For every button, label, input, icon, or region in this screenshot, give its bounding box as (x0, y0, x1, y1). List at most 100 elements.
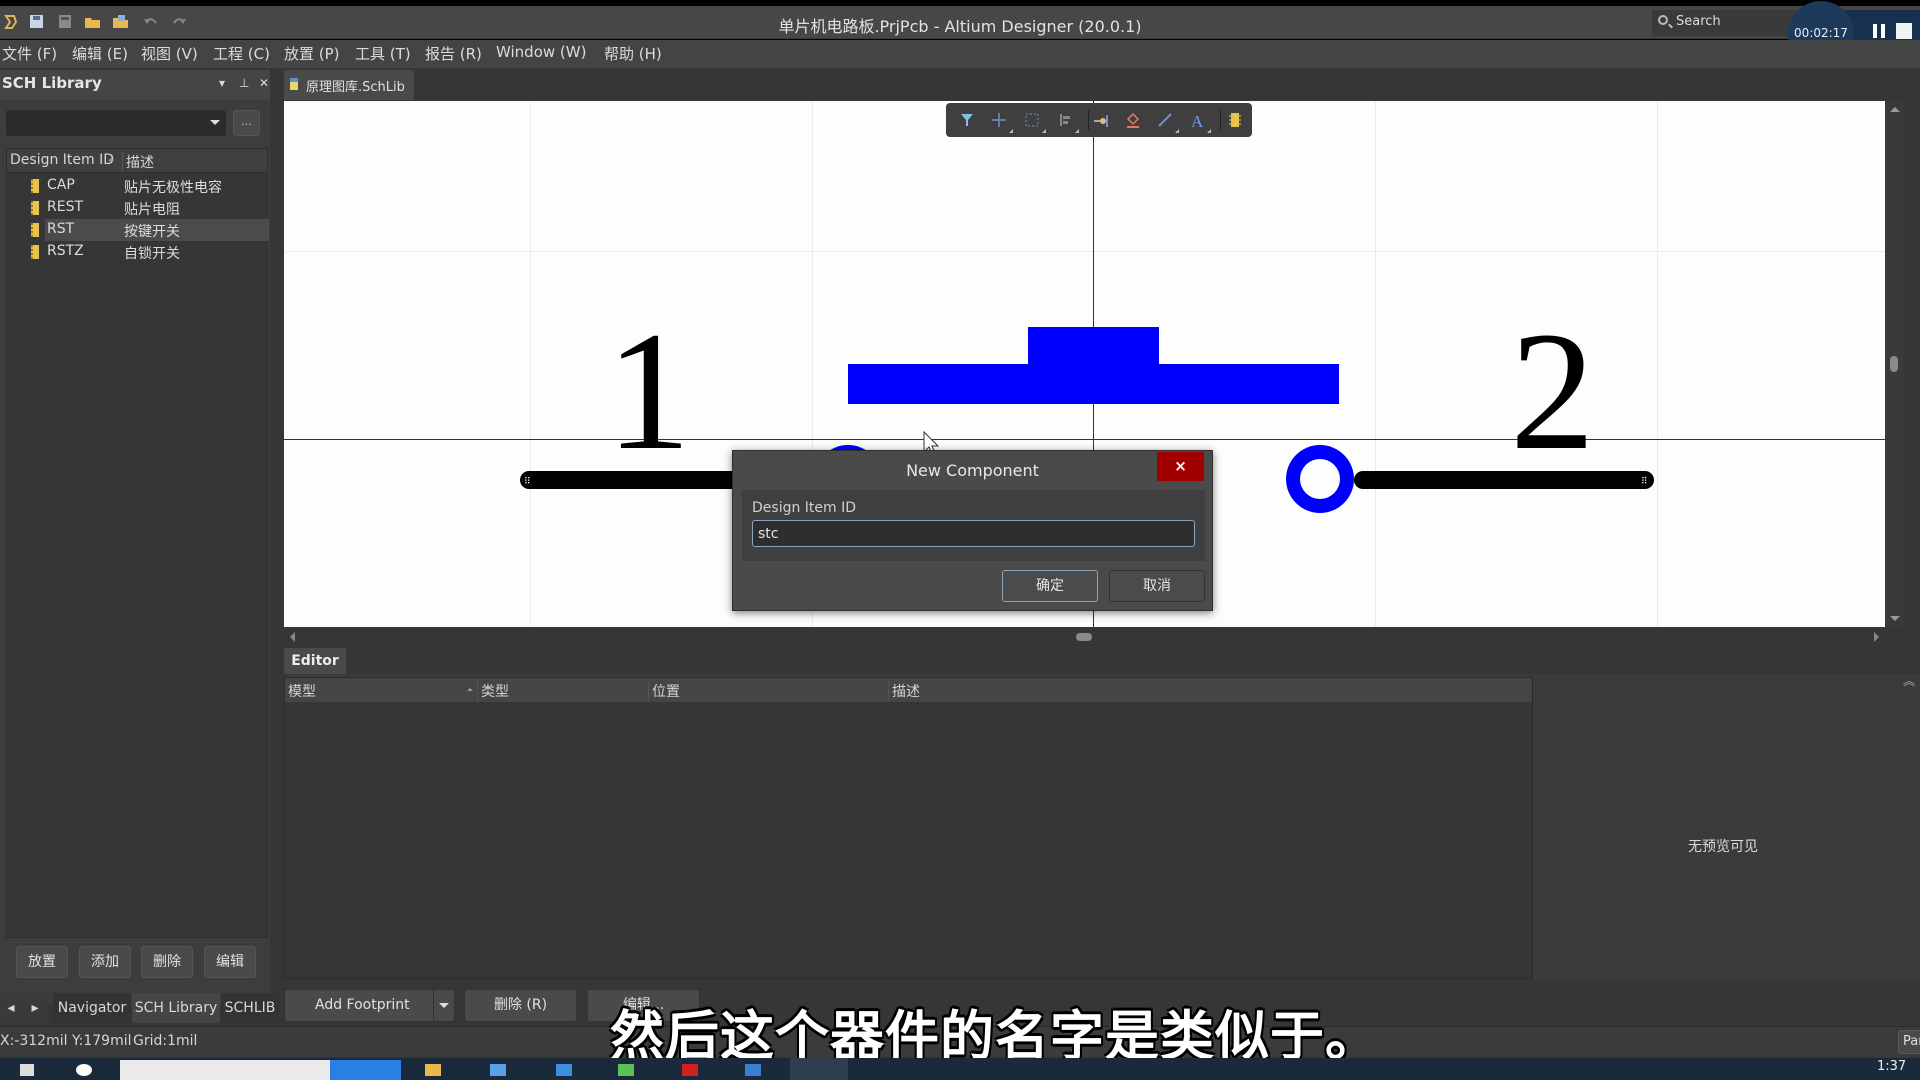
menu-help[interactable]: 帮助 (H) (604, 43, 662, 64)
chevron-down-icon (439, 1002, 449, 1008)
switch-button-cap[interactable] (1028, 327, 1159, 367)
dialog-close-button[interactable]: × (1157, 452, 1204, 481)
tab-schlib[interactable]: SCHLIB (221, 993, 279, 1023)
tab-scroll-right-icon[interactable]: ▸ (23, 993, 47, 1023)
menu-project[interactable]: 工程 (C) (213, 43, 270, 64)
column-description[interactable]: 描述 (122, 152, 154, 172)
column-type[interactable]: 类型 (477, 681, 509, 701)
library-browse-button[interactable]: ... (233, 110, 260, 136)
task-view-icon[interactable] (76, 1064, 92, 1076)
library-filter-dropdown[interactable] (6, 110, 226, 136)
collapse-icon[interactable]: ︽ (1903, 672, 1915, 689)
pin2-contact-hole (1300, 459, 1340, 499)
horizontal-scrollbar[interactable] (284, 628, 1885, 646)
toolbar-divider (1088, 110, 1089, 130)
cancel-button[interactable]: 取消 (1109, 570, 1205, 602)
panels-button[interactable]: Panels (1898, 1030, 1920, 1054)
dialog-body: Design Item ID (742, 490, 1205, 561)
add-model-dropdown[interactable] (433, 989, 455, 1022)
move-icon[interactable] (990, 111, 1008, 129)
taskbar-search[interactable] (120, 1060, 330, 1080)
select-icon[interactable] (1023, 111, 1041, 129)
menu-place[interactable]: 放置 (P) (284, 43, 340, 64)
vertical-scrollbar[interactable] (1885, 101, 1905, 627)
menu-edit[interactable]: 编辑 (E) (72, 43, 128, 64)
store-icon[interactable] (490, 1064, 506, 1076)
scroll-right-icon[interactable] (1874, 632, 1879, 642)
scroll-up-icon[interactable] (1890, 107, 1900, 112)
list-item[interactable]: RSTZ 自锁开关 (7, 241, 267, 263)
text-icon[interactable]: A (1188, 111, 1206, 129)
scroll-down-icon[interactable] (1890, 616, 1900, 621)
design-item-id-input[interactable] (752, 520, 1195, 547)
new-component-dialog: New Component × Design Item ID 确定 取消 (732, 450, 1213, 611)
dropdown-indicator (1042, 129, 1046, 133)
app-icon[interactable] (682, 1064, 698, 1076)
dropdown-indicator (1207, 129, 1211, 133)
stop-icon[interactable] (1896, 23, 1912, 39)
align-icon[interactable] (1056, 111, 1074, 129)
grid-size: Grid:1mil (133, 1033, 198, 1049)
column-description[interactable]: 描述 (888, 681, 920, 701)
start-icon[interactable] (20, 1064, 34, 1076)
menu-view[interactable]: 视图 (V) (141, 43, 198, 64)
sort-asc-icon (108, 158, 114, 161)
search-input[interactable]: Search (1652, 10, 1802, 36)
item-id: REST (47, 199, 84, 215)
title-bar: 单片机电路板.PrjPcb - Altium Designer (20.0.1)… (0, 6, 1920, 39)
menu-window[interactable]: Window (W) (496, 43, 586, 61)
list-item[interactable]: RST 按键开关 (7, 219, 267, 241)
pause-icon[interactable] (1873, 24, 1885, 38)
shape-icon[interactable] (1124, 111, 1142, 129)
tab-sch-library[interactable]: SCH Library (132, 993, 220, 1023)
file-explorer-icon[interactable] (425, 1064, 441, 1076)
line-icon[interactable] (1156, 111, 1174, 129)
document-tab[interactable]: 原理图库.SchLib (284, 70, 414, 100)
tab-scroll-left-icon[interactable]: ◂ (0, 993, 22, 1023)
add-button[interactable]: 添加 (79, 946, 131, 978)
list-item[interactable]: REST 贴片电阻 (7, 197, 267, 219)
menu-file[interactable]: 文件 (F) (2, 43, 57, 64)
switch-body-bar[interactable] (848, 364, 1339, 404)
scroll-left-icon[interactable] (290, 632, 295, 642)
pin-icon[interactable]: ⊥ (239, 76, 249, 90)
menu-bar: 文件 (F) 编辑 (E) 视图 (V) 工程 (C) 放置 (P) 工具 (T… (0, 40, 1920, 68)
column-model[interactable]: 模型 (285, 681, 316, 701)
tab-navigator[interactable]: Navigator (53, 993, 131, 1023)
cortana-button[interactable] (330, 1060, 401, 1080)
close-icon[interactable]: ✕ (259, 76, 269, 90)
list-item[interactable]: CAP 贴片无极性电容 (7, 175, 267, 197)
ok-button[interactable]: 确定 (1002, 570, 1098, 602)
browser-icon[interactable] (618, 1064, 634, 1076)
column-design-item-id[interactable]: Design Item ID (10, 152, 114, 168)
delete-model-button[interactable]: 删除 (R) (464, 989, 577, 1022)
model-table-header: 模型 类型 位置 描述 (285, 678, 1532, 702)
place-button[interactable]: 放置 (16, 946, 68, 978)
menu-reports[interactable]: 报告 (R) (425, 43, 482, 64)
menu-tools[interactable]: 工具 (T) (355, 43, 411, 64)
clock: 1:37 (1877, 1059, 1907, 1074)
add-footprint-button[interactable]: Add Footprint (284, 989, 454, 1022)
part-icon[interactable] (1226, 111, 1244, 129)
ie-icon[interactable] (556, 1064, 572, 1076)
panel-tabs: ◂ ▸ Navigator SCH Library SCHLIB (0, 993, 280, 1023)
place-pin-icon[interactable] (1092, 111, 1110, 129)
active-bar-toolbar: A (946, 103, 1252, 137)
os-taskbar: 1:37 (0, 1058, 1920, 1080)
pin-2[interactable] (1354, 471, 1654, 489)
delete-button[interactable]: 删除 (141, 946, 193, 978)
item-desc: 贴片电阻 (124, 202, 180, 218)
column-location[interactable]: 位置 (648, 681, 680, 701)
scroll-thumb[interactable] (1890, 356, 1898, 372)
schlib-file-icon (290, 78, 298, 90)
component-icon (31, 201, 39, 215)
scroll-thumb[interactable] (1076, 633, 1092, 641)
panel-menu-icon[interactable]: ▾ (219, 76, 225, 90)
design-item-id-label: Design Item ID (752, 500, 857, 516)
tab-editor[interactable]: Editor (284, 648, 346, 674)
pin-label-2: 2 (1510, 297, 1595, 485)
app-icon[interactable] (745, 1064, 761, 1076)
edit-button[interactable]: 编辑 (204, 946, 256, 978)
altium-taskbar-button[interactable] (790, 1058, 848, 1080)
filter-icon[interactable] (958, 111, 976, 129)
